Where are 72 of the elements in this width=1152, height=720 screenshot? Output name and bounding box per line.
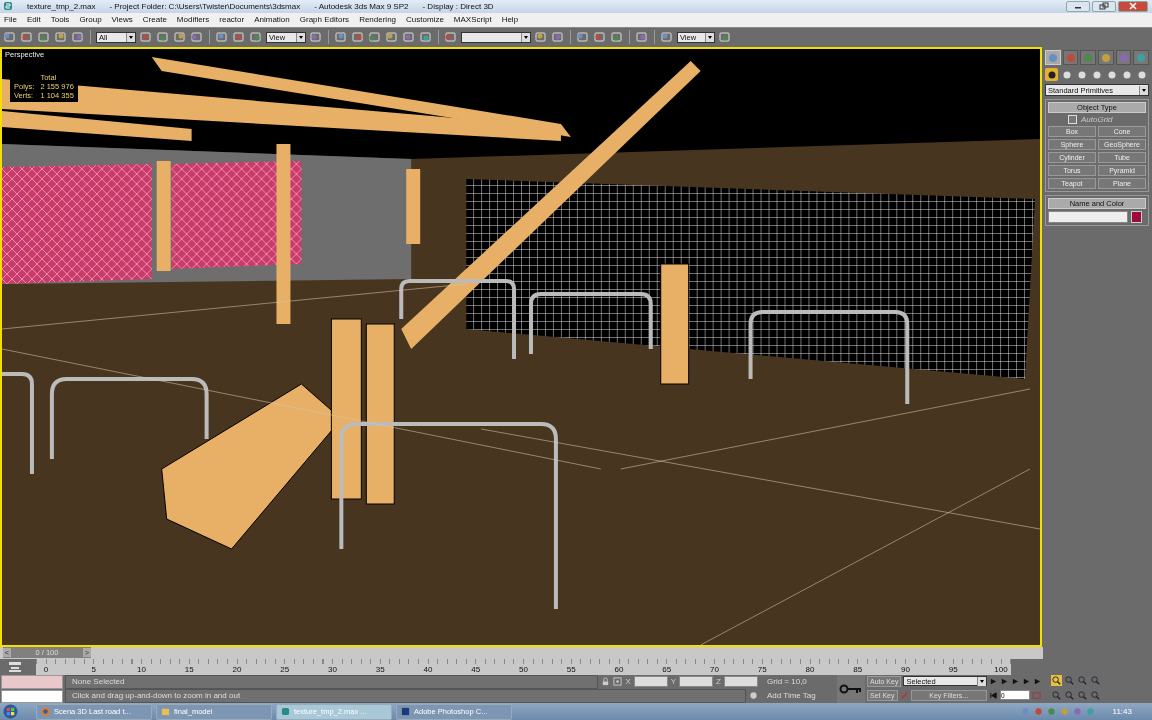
frame-number: 30 [328, 665, 337, 675]
menu-item[interactable]: Create [142, 15, 167, 25]
menu-item[interactable]: Animation [254, 15, 290, 25]
maxscript-listener-field[interactable] [1, 675, 63, 690]
window-title: texture_tmp_2.max [27, 1, 96, 11]
key-icon[interactable] [839, 683, 863, 696]
sphere-icon [1046, 69, 1057, 80]
frame-number: 100 [994, 665, 1008, 675]
close-button[interactable] [1118, 0, 1148, 12]
absolute-mode-icon[interactable] [613, 677, 623, 687]
frame-number: 60 [614, 665, 624, 675]
x-label: X [625, 677, 631, 687]
frame-number: 25 [280, 665, 290, 675]
object-color-swatch[interactable] [1131, 211, 1142, 224]
frame-number: 75 [757, 665, 767, 675]
autogrid-label: AutoGrid [1081, 115, 1113, 125]
menu-item[interactable]: Group [79, 15, 102, 25]
menu-item[interactable]: Views [111, 15, 133, 25]
menu-item[interactable]: Graph Editors [299, 15, 350, 25]
frame-number: 65 [662, 665, 672, 675]
menu-item[interactable]: Tools [50, 15, 70, 25]
menu-item[interactable]: reactor [219, 15, 245, 25]
frame-number: 50 [519, 665, 528, 675]
frame-number: 70 [710, 665, 719, 675]
restore-icon [1099, 2, 1109, 11]
lock-icon[interactable] [601, 677, 611, 687]
window-title: - Autodesk 3ds Max 9 SP2 [314, 1, 409, 11]
play-icon[interactable] [1011, 676, 1020, 686]
menu-item[interactable]: File [4, 15, 17, 25]
window-title: - Project Folder: C:\Users\Twister\Documents\3dsmax [109, 1, 301, 11]
frame-number: 20 [232, 665, 242, 675]
app-icon [3, 1, 13, 12]
frame-number: 10 [137, 665, 146, 675]
z-label: Z [716, 677, 721, 687]
frame-number: 90 [901, 665, 910, 675]
menu-item[interactable]: Modifiers [176, 15, 210, 25]
frame-number: 80 [805, 665, 815, 675]
frame-number: 35 [375, 665, 385, 675]
name-field[interactable] [1048, 211, 1128, 224]
frame-number: 55 [566, 665, 576, 675]
menu-item[interactable]: Edit [26, 15, 41, 25]
z-coordinate-field[interactable] [724, 676, 758, 688]
timeline-ruler[interactable]: 0 5 10 15 20 25 30 35 40 45 50 55 60 65 70 75 80 85 90 95 100 [36, 659, 1011, 676]
add-time-tag-button[interactable]: Add Time Tag [761, 691, 835, 701]
folder-icon [161, 707, 170, 717]
app-icon [281, 707, 290, 717]
frame-number: 40 [423, 665, 433, 675]
frame-number: 0 [43, 665, 49, 675]
frame-number: 15 [184, 665, 194, 675]
window-title: - Display : Direct 3D [422, 1, 494, 11]
frame-number: 45 [471, 665, 481, 675]
frame-number: 95 [948, 665, 958, 675]
y-coordinate-field[interactable] [679, 676, 714, 688]
menu-item[interactable]: Customize [406, 15, 444, 25]
start-button[interactable] [3, 704, 18, 720]
y-label: Y [670, 677, 677, 687]
close-icon [1128, 2, 1138, 11]
zoom-icon[interactable] [1051, 675, 1062, 687]
named-selection-dropdown[interactable] [461, 31, 531, 43]
restore-button[interactable] [1092, 0, 1116, 12]
x-coordinate-field[interactable] [633, 676, 668, 688]
minimize-button[interactable] [1066, 0, 1090, 12]
frame-number: 5 [91, 665, 96, 675]
clock: 11:43 [1112, 707, 1132, 717]
menu-item[interactable]: Rendering [359, 15, 397, 25]
menu-item[interactable]: MAXScript [453, 15, 492, 25]
browser-icon [41, 707, 50, 717]
menu-item[interactable]: Help [501, 15, 519, 25]
frame-number: 85 [853, 665, 863, 675]
sphere-category-button[interactable] [1045, 68, 1058, 82]
grid-size-text: Grid = 10,0 [766, 677, 808, 687]
maxscript-input-field[interactable] [1, 690, 63, 704]
